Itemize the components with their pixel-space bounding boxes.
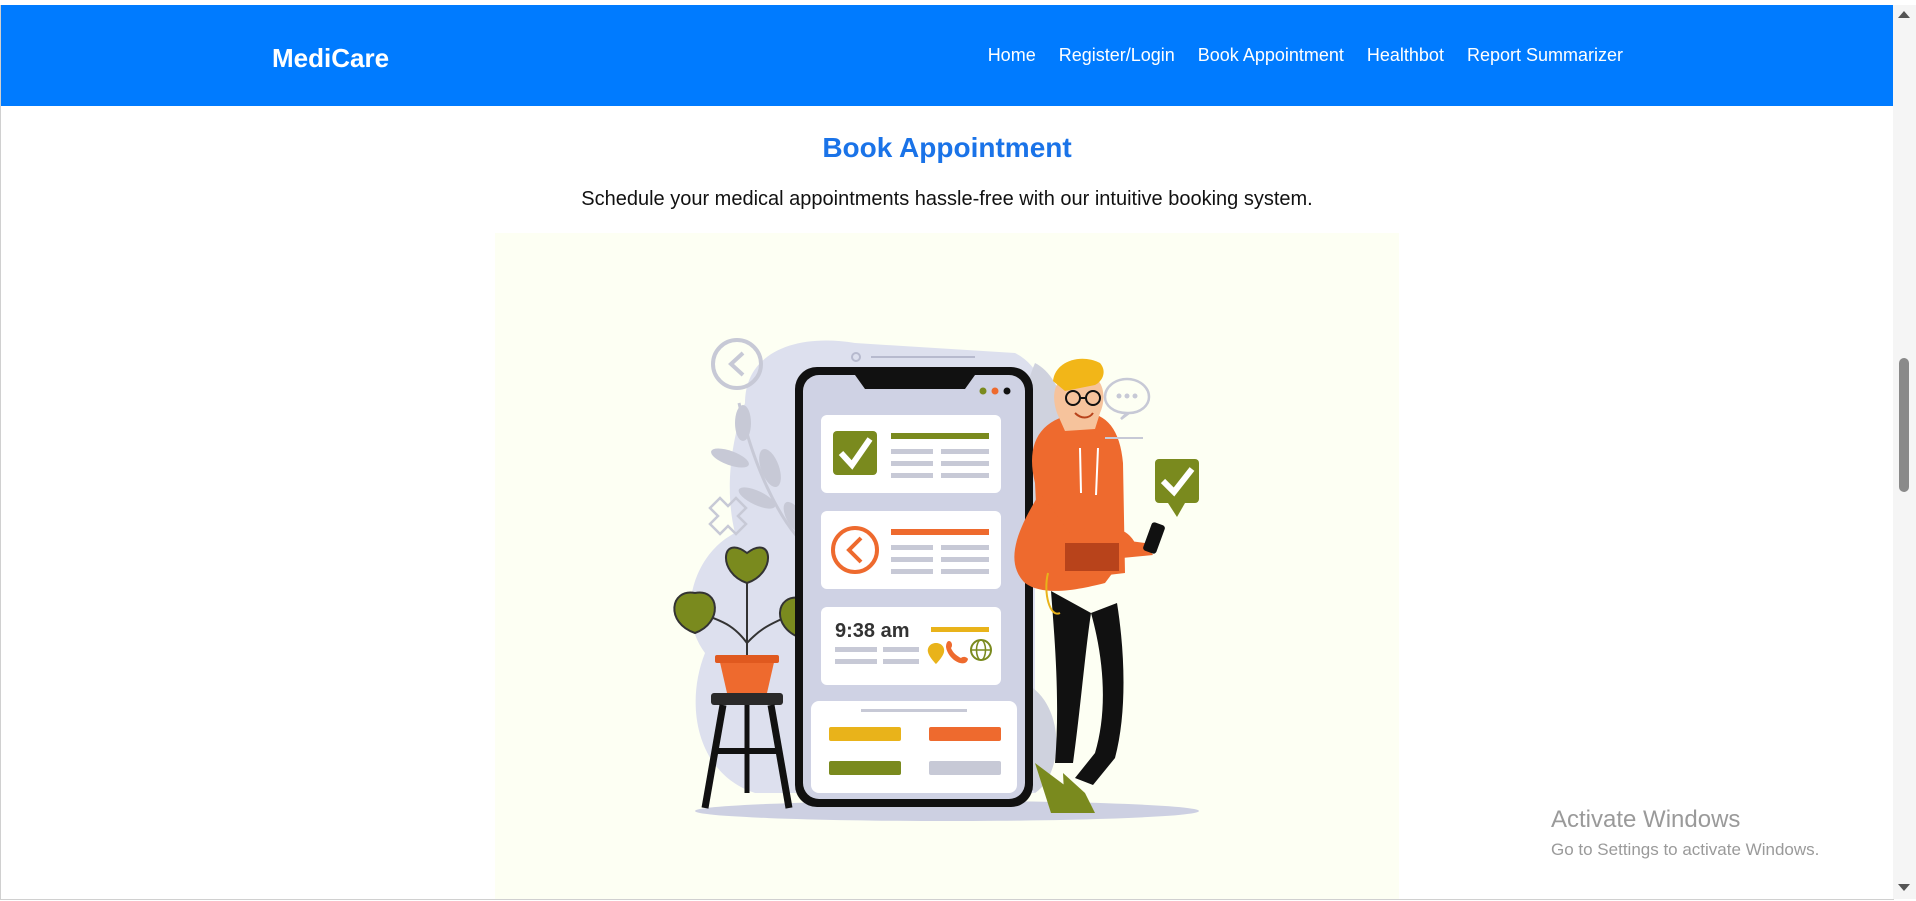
browser-viewport: MediCare Home Register/Login Book Appoin… [0,5,1894,900]
brand-logo[interactable]: MediCare [272,43,389,74]
booking-illustration-svg: 9:38 am [673,338,1199,821]
watermark-title: Activate Windows [1551,806,1741,833]
time-label: 9:38 am [835,620,910,642]
vertical-scrollbar[interactable] [1893,5,1916,899]
nav-link-book-appointment[interactable]: Book Appointment [1198,45,1344,66]
nav-link-healthbot[interactable]: Healthbot [1367,45,1444,66]
page-title: Book Appointment [822,132,1072,163]
top-navbar: MediCare Home Register/Login Book Appoin… [1,5,1893,106]
scroll-thumb[interactable] [1899,358,1909,492]
checkmark-icon [833,431,877,475]
nav-link-home[interactable]: Home [988,45,1036,66]
nav-link-report-summarizer[interactable]: Report Summarizer [1467,45,1623,66]
handheld-phone [1143,522,1165,554]
page-subtitle: Schedule your medical appointments hassl… [581,188,1313,210]
booking-illustration: 9:38 am [495,233,1399,899]
nav-link-register-login[interactable]: Register/Login [1059,45,1175,66]
clock-icon [711,338,763,390]
scroll-down-arrow-icon[interactable] [1898,884,1910,891]
watermark-subtitle: Go to Settings to activate Windows. [1551,840,1820,859]
check-bubble-icon [1155,459,1199,517]
windows-activation-watermark: Activate Windows Go to Settings to activ… [1551,806,1819,860]
phone-mockup: 9:38 am [795,367,1033,807]
nav-links: Home Register/Login Book Appointment Hea… [988,45,1623,66]
scroll-up-arrow-icon[interactable] [1898,11,1910,18]
